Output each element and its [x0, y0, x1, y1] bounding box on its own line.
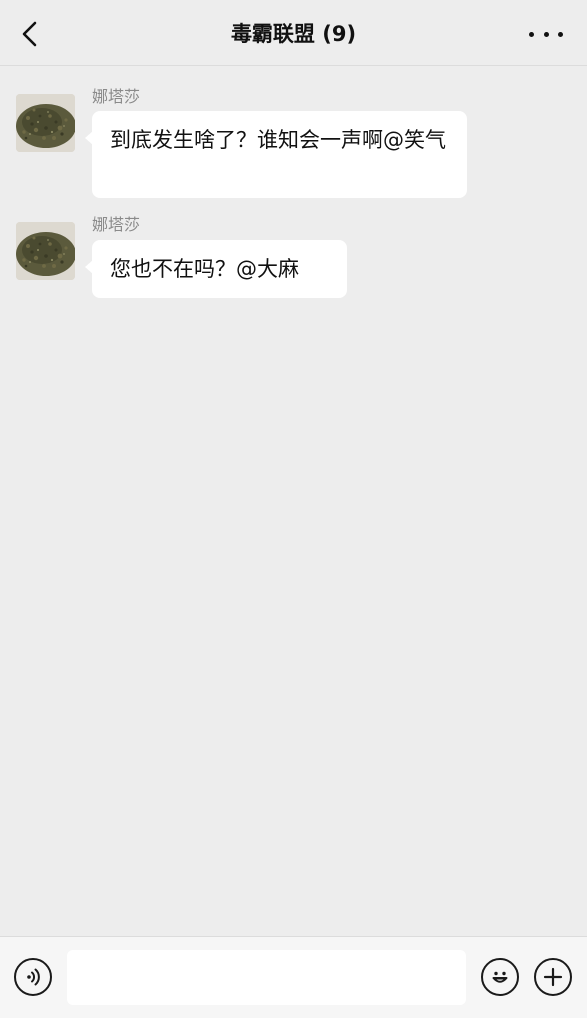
message-text: 到底发生啥了？谁知会一声啊@笑气 [110, 128, 446, 152]
message-input[interactable] [67, 950, 466, 1005]
more-horizontal-icon [558, 31, 563, 37]
add-button[interactable] [534, 958, 572, 996]
sender-name: 娜塔莎 [92, 87, 141, 106]
sender-name: 娜塔莎 [92, 215, 141, 234]
chat-title: 毒霸联盟 (9) [230, 22, 357, 46]
voice-button[interactable] [14, 958, 52, 996]
avatar-image [16, 94, 75, 152]
message-bubble[interactable]: 您也不在吗？@大麻 [85, 240, 347, 298]
more-horizontal-icon [529, 31, 534, 37]
more-horizontal-icon [543, 31, 549, 37]
voice-icon [27, 968, 40, 986]
avatar-image [16, 222, 75, 280]
more-options-button[interactable] [529, 22, 563, 46]
chat-header: 毒霸联盟 (9) [0, 0, 587, 66]
avatar[interactable] [16, 222, 75, 280]
message-text: 您也不在吗？@大麻 [110, 257, 299, 281]
emoji-icon [492, 971, 508, 983]
message-bubble[interactable]: 到底发生啥了？谁知会一声啊@笑气 [85, 111, 467, 198]
avatar[interactable] [16, 94, 75, 152]
emoji-button[interactable] [481, 958, 519, 996]
plus-icon [543, 967, 563, 987]
input-bar [0, 936, 587, 1018]
message-list[interactable]: 娜塔莎 到底发生啥了？谁知会一声啊@笑气 娜塔莎 您也不在吗？@大麻 [0, 66, 587, 936]
